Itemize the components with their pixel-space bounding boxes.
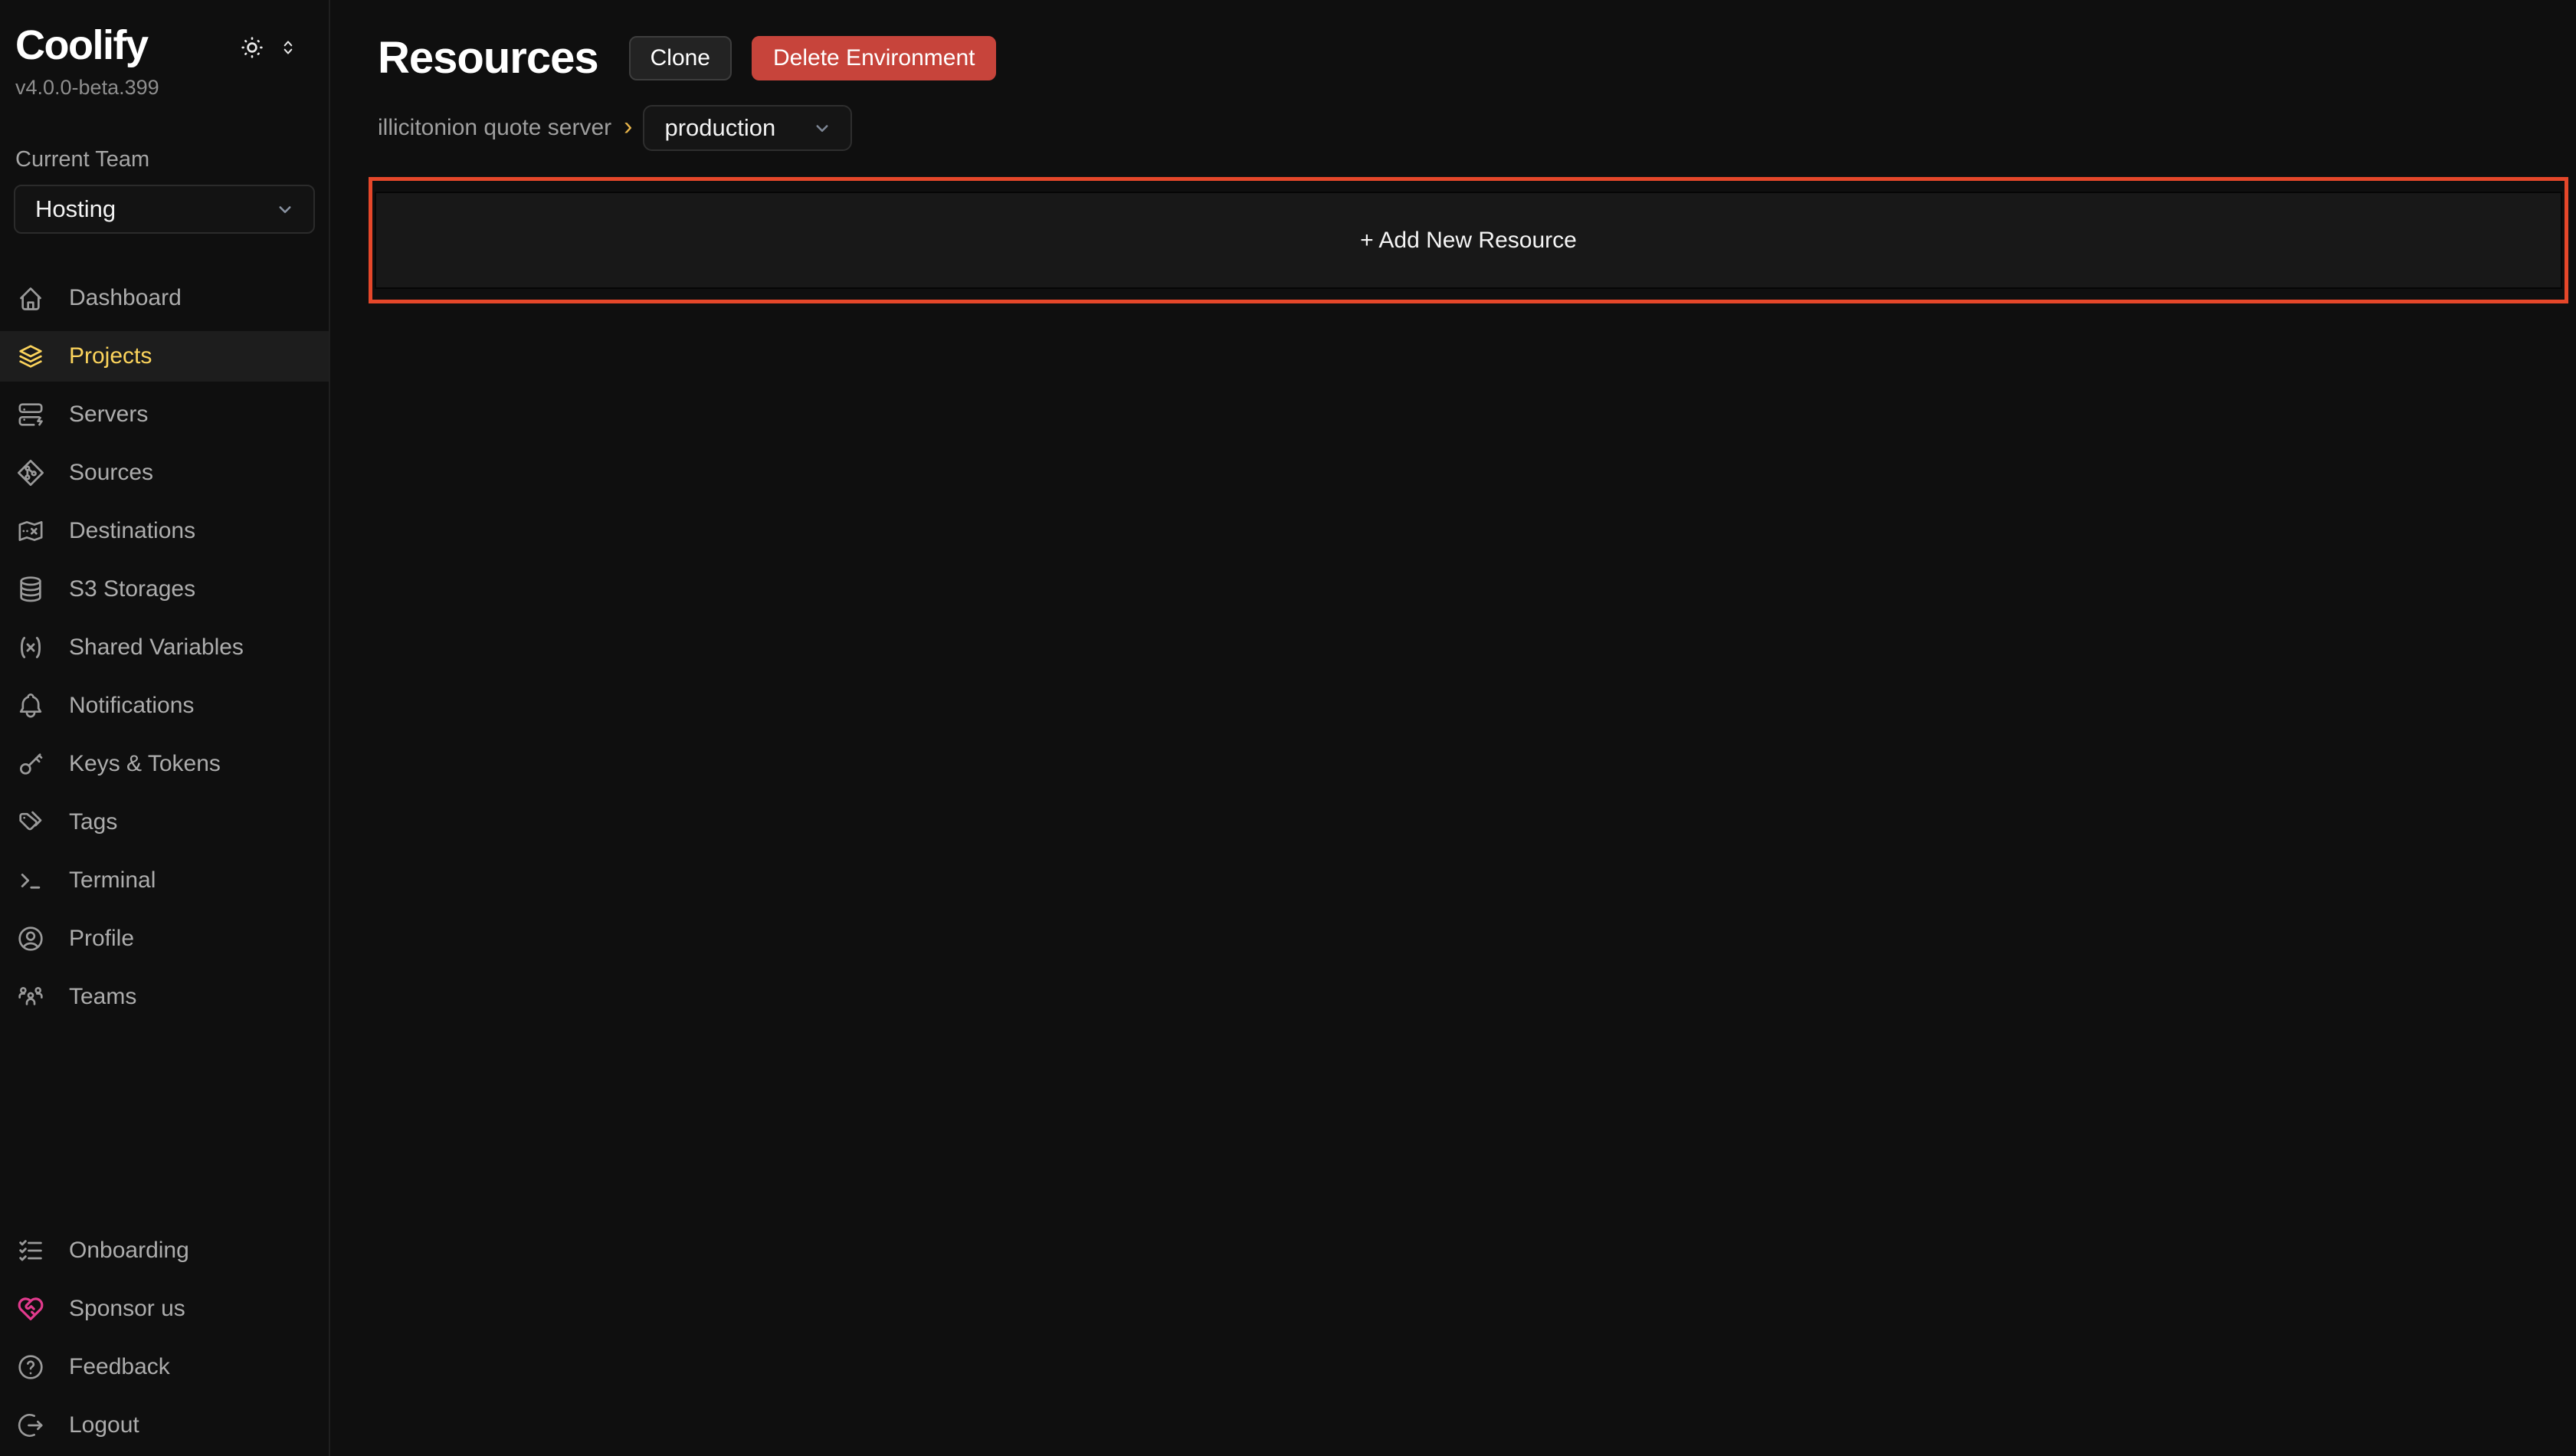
user-circle-icon — [15, 923, 46, 954]
selector-icon — [278, 38, 298, 57]
environment-select[interactable]: production — [643, 105, 852, 151]
sidebar-item-label: Feedback — [69, 1354, 170, 1380]
sidebar-item-servers[interactable]: Servers — [0, 389, 329, 440]
home-icon — [15, 283, 46, 313]
sidebar-item-label: Logout — [69, 1412, 139, 1438]
chevron-down-icon — [811, 116, 834, 139]
server-bolt-icon — [15, 399, 46, 430]
sidebar-item-label: Onboarding — [69, 1238, 189, 1264]
app-version: v4.0.0-beta.399 — [0, 68, 329, 100]
team-select[interactable]: Hosting — [14, 185, 315, 234]
sidebar-item-profile[interactable]: Profile — [0, 913, 329, 964]
checklist-icon — [15, 1235, 46, 1266]
sidebar-item-projects[interactable]: Projects — [0, 331, 329, 382]
sidebar-item-label: Notifications — [69, 693, 194, 719]
users-group-icon — [15, 982, 46, 1012]
sidebar-item-label: S3 Storages — [69, 576, 195, 602]
add-new-resource-label: + Add New Resource — [1360, 228, 1577, 254]
sidebar-item-label: Profile — [69, 926, 134, 952]
breadcrumb: illicitonion quote server › production — [378, 105, 2576, 151]
sidebar-item-label: Servers — [69, 402, 148, 428]
sidebar-footer-nav: Onboarding Sponsor us Feedback — [0, 1222, 329, 1456]
theme-toggle-button[interactable] — [238, 34, 266, 61]
braces-x-icon — [15, 632, 46, 663]
sidebar-item-s3-storages[interactable]: S3 Storages — [0, 564, 329, 615]
chevron-down-icon — [274, 198, 297, 221]
team-select-value: Hosting — [35, 195, 116, 223]
sidebar-item-tags[interactable]: Tags — [0, 797, 329, 848]
sidebar-item-label: Tags — [69, 809, 117, 835]
sidebar-item-label: Teams — [69, 984, 136, 1010]
sidebar-item-feedback[interactable]: Feedback — [0, 1342, 329, 1392]
sidebar-item-label: Shared Variables — [69, 635, 244, 661]
highlight-annotation-rect: + Add New Resource — [369, 177, 2568, 303]
sidebar-item-label: Destinations — [69, 518, 195, 544]
main-content: Resources Clone Delete Environment illic… — [330, 0, 2576, 1456]
terminal-icon — [15, 865, 46, 896]
sidebar-item-shared-variables[interactable]: Shared Variables — [0, 622, 329, 673]
sidebar-item-destinations[interactable]: Destinations — [0, 506, 329, 556]
sidebar-item-terminal[interactable]: Terminal — [0, 855, 329, 906]
sidebar-item-dashboard[interactable]: Dashboard — [0, 273, 329, 323]
database-icon — [15, 574, 46, 605]
sun-icon — [238, 34, 266, 61]
git-icon — [15, 457, 46, 488]
sidebar-header: Coolify — [0, 23, 329, 68]
sidebar-item-onboarding[interactable]: Onboarding — [0, 1225, 329, 1276]
sidebar-item-teams[interactable]: Teams — [0, 972, 329, 1022]
layers-icon — [15, 341, 46, 372]
sidebar: Coolify v4.0.0-beta.399 Current Tea — [0, 0, 330, 1456]
clone-button[interactable]: Clone — [629, 36, 732, 80]
sidebar-item-keys-tokens[interactable]: Keys & Tokens — [0, 739, 329, 789]
sidebar-item-label: Sources — [69, 460, 153, 486]
sidebar-collapse-button[interactable] — [278, 38, 298, 57]
sidebar-item-notifications[interactable]: Notifications — [0, 680, 329, 731]
sidebar-item-label: Terminal — [69, 867, 156, 894]
map-icon — [15, 516, 46, 546]
sidebar-item-label: Projects — [69, 343, 152, 369]
help-circle-icon — [15, 1352, 46, 1382]
app-logo: Coolify — [15, 23, 148, 68]
logout-icon — [15, 1410, 46, 1441]
sidebar-item-sponsor[interactable]: Sponsor us — [0, 1284, 329, 1334]
sidebar-item-logout[interactable]: Logout — [0, 1400, 329, 1451]
delete-environment-button[interactable]: Delete Environment — [752, 36, 996, 80]
sidebar-item-sources[interactable]: Sources — [0, 448, 329, 498]
sidebar-item-label: Dashboard — [69, 285, 182, 311]
page-title: Resources — [378, 32, 598, 84]
bell-icon — [15, 690, 46, 721]
sidebar-item-label: Sponsor us — [69, 1296, 185, 1322]
heart-handshake-icon — [15, 1294, 46, 1324]
environment-select-value: production — [664, 114, 775, 142]
key-icon — [15, 749, 46, 779]
chevron-right-icon: › — [624, 113, 632, 139]
tags-icon — [15, 807, 46, 838]
add-new-resource-button[interactable]: + Add New Resource — [375, 192, 2562, 289]
sidebar-item-label: Keys & Tokens — [69, 751, 221, 777]
breadcrumb-project-link[interactable]: illicitonion quote server — [378, 115, 611, 141]
current-team-label: Current Team — [0, 147, 329, 172]
sidebar-nav: Dashboard Projects Servers — [0, 269, 329, 1026]
